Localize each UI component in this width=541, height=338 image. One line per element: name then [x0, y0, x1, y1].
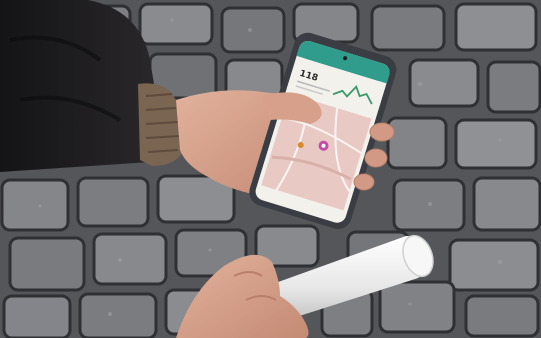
photo-scene: 118	[0, 0, 541, 338]
photo-canvas: 118	[0, 0, 541, 338]
